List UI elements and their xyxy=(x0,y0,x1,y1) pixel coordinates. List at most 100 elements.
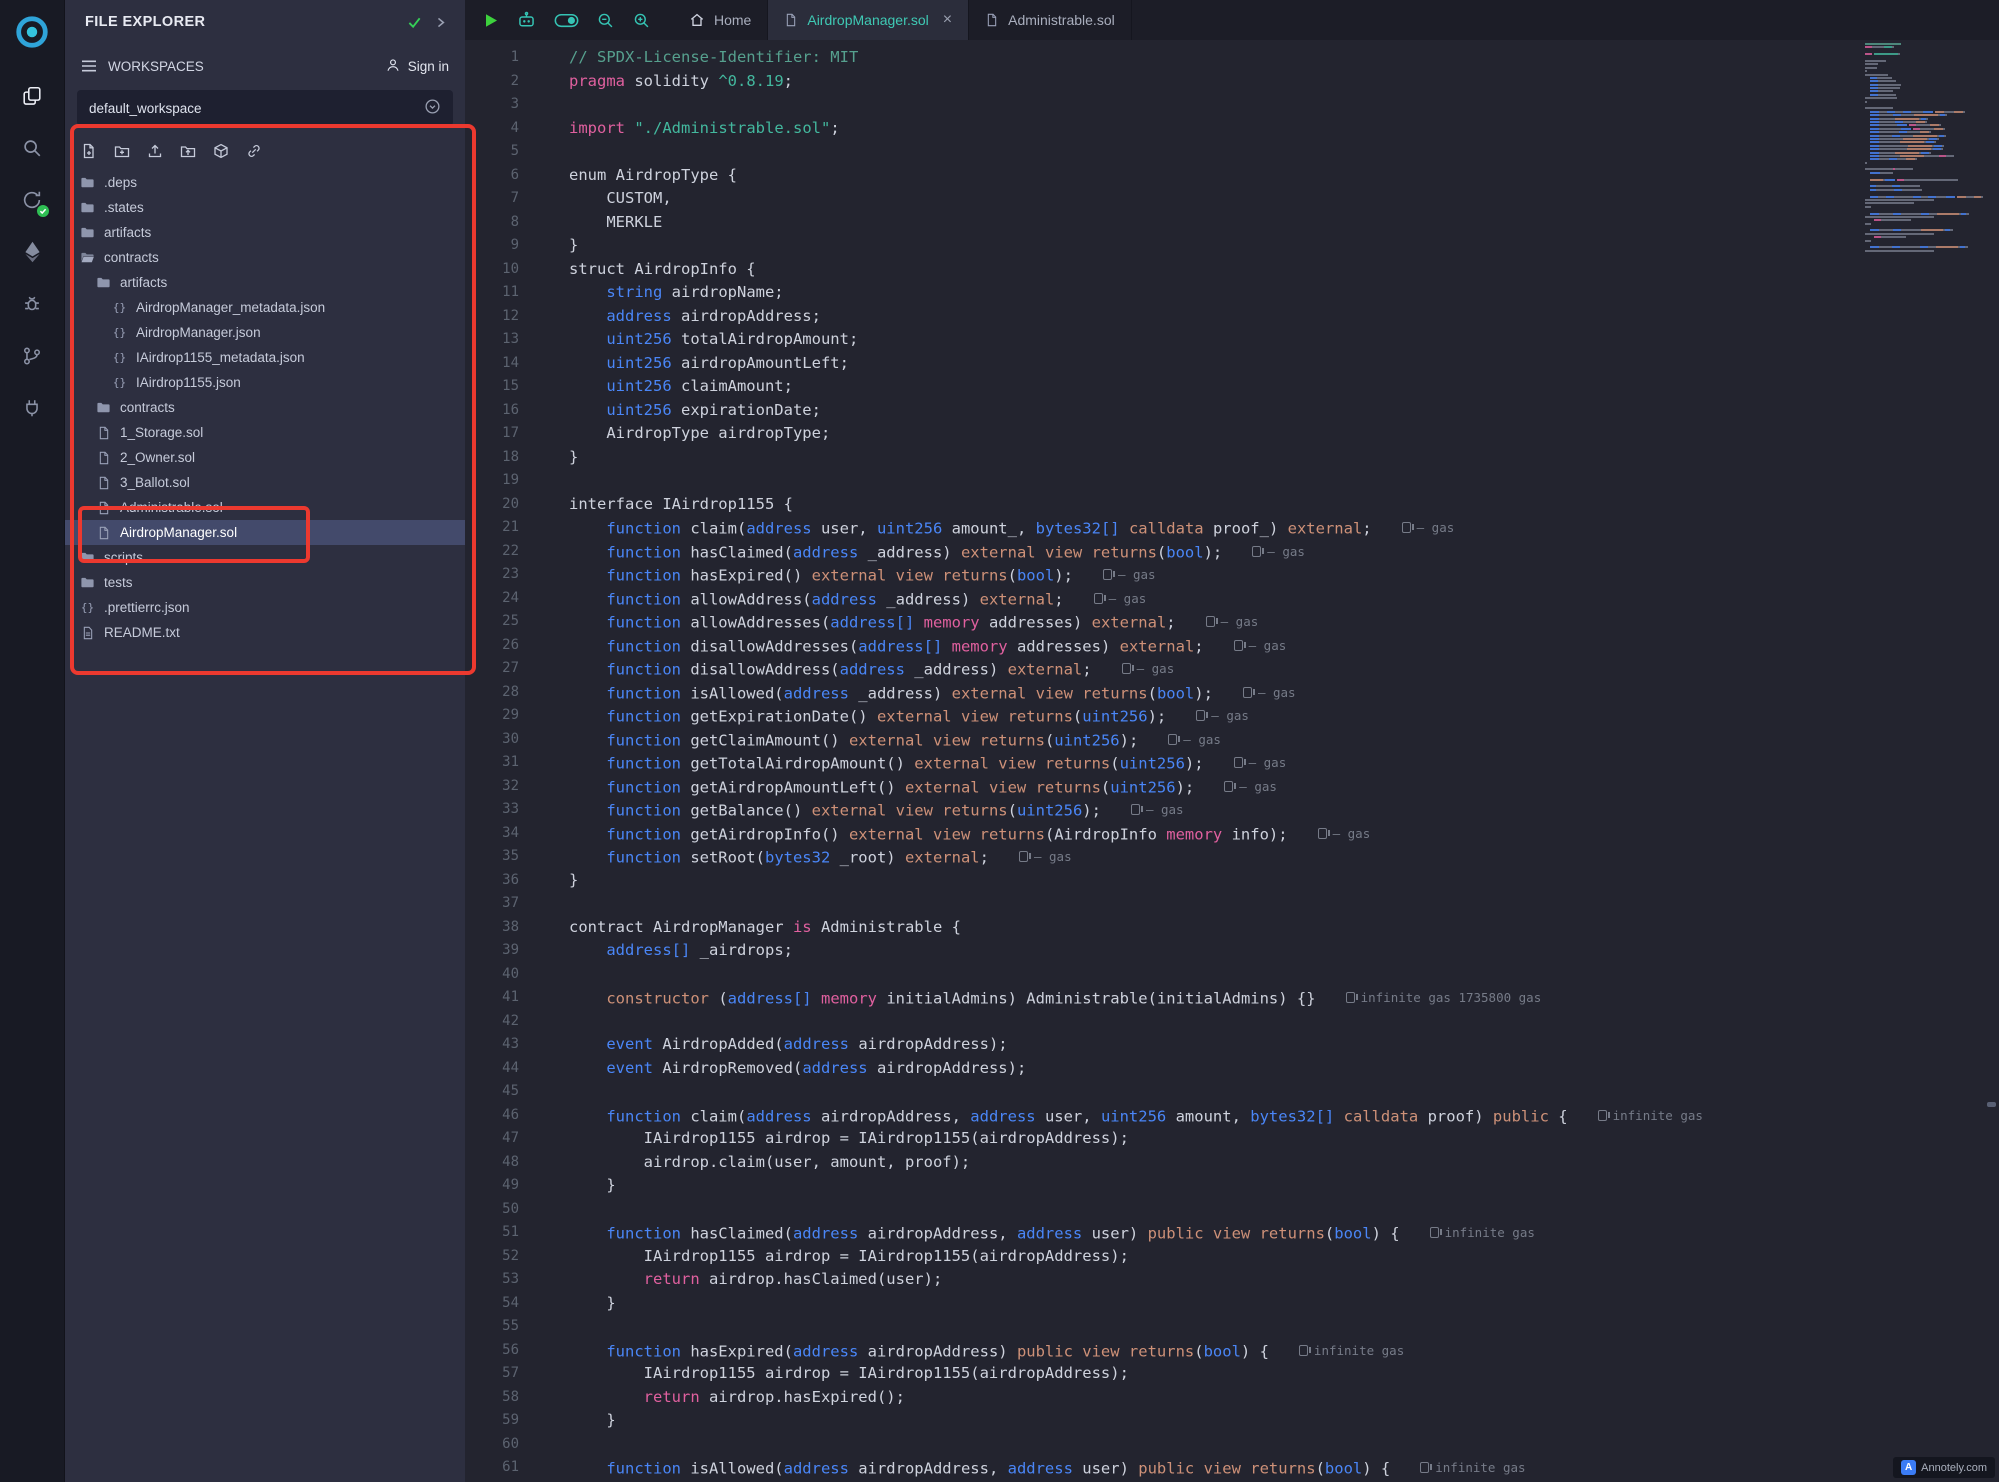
create-file-icon[interactable] xyxy=(81,143,97,159)
tree-item-airdropmanager-metadata-json[interactable]: {}AirdropManager_metadata.json xyxy=(65,295,465,320)
tab-close-icon[interactable]: × xyxy=(943,12,952,28)
minimap-seg xyxy=(1974,196,1981,198)
minimap-seg xyxy=(1920,131,1929,133)
tree-item-airdropmanager-sol[interactable]: AirdropManager.sol xyxy=(65,520,465,545)
code-editor[interactable]: 1234567891011121314151617181920212223242… xyxy=(465,40,1999,1482)
workspace-select[interactable]: default_workspace xyxy=(77,90,453,126)
tree-item-airdropmanager-json[interactable]: {}AirdropManager.json xyxy=(65,320,465,345)
plugin-manager-icon[interactable] xyxy=(8,382,56,434)
gas-estimate: infinite gas 1735800 gas xyxy=(1346,986,1542,1010)
sign-in-label: Sign in xyxy=(408,59,449,74)
code-token: memory xyxy=(821,989,877,1007)
minimap-seg xyxy=(1900,155,1924,157)
toggle-widget-icon[interactable] xyxy=(554,12,579,29)
code-token xyxy=(569,519,606,537)
code-line: CUSTOM, xyxy=(569,187,1999,211)
zoom-in-icon[interactable] xyxy=(632,11,651,30)
publish-to-ipfs-icon[interactable] xyxy=(213,143,229,159)
code-token: claim( xyxy=(681,519,746,537)
code-token: _address) xyxy=(858,543,961,561)
tree-item-1-storage-sol[interactable]: 1_Storage.sol xyxy=(65,420,465,445)
minimap-seg xyxy=(1879,246,1892,248)
minimap-seg xyxy=(1934,128,1943,130)
minimap-seg xyxy=(1939,155,1946,157)
code-token: ; xyxy=(1054,590,1063,608)
workspace-actions-icon[interactable] xyxy=(424,98,441,118)
file-explorer-panel: FILE EXPLORER WORKSPACES xyxy=(64,0,465,1482)
remixai-assistant-icon[interactable] xyxy=(516,10,537,31)
minimap-seg xyxy=(1915,158,1917,160)
code-token xyxy=(569,825,606,843)
code-line: // SPDX-License-Identifier: MIT xyxy=(569,46,1999,70)
tree-item-iairdrop1155-json[interactable]: {}IAirdrop1155.json xyxy=(65,370,465,395)
minimap[interactable] xyxy=(1865,43,1983,253)
solidity-compiler-icon[interactable] xyxy=(8,174,56,226)
code-token xyxy=(569,543,606,561)
workspaces-menu-icon[interactable] xyxy=(81,59,97,73)
line-number: 59 xyxy=(465,1409,519,1433)
code-token: hasClaimed( xyxy=(681,1224,793,1242)
tree-item-contracts[interactable]: contracts xyxy=(65,245,465,270)
code-token: bool xyxy=(1325,1459,1362,1477)
minimap-seg xyxy=(1921,213,1929,215)
minimap-seg xyxy=(1946,155,1954,157)
workspace-name: default_workspace xyxy=(89,101,202,116)
zoom-out-icon[interactable] xyxy=(596,11,615,30)
tree-item-iairdrop1155-metadata-json[interactable]: {}IAirdrop1155_metadata.json xyxy=(65,345,465,370)
tree-item-scripts[interactable]: scripts xyxy=(65,545,465,570)
tree-item-2-owner-sol[interactable]: 2_Owner.sol xyxy=(65,445,465,470)
debugger-icon[interactable] xyxy=(8,278,56,330)
run-script-icon[interactable] xyxy=(483,12,499,29)
tree-item-states[interactable]: .states xyxy=(65,195,465,220)
gas-estimate: infinite gas xyxy=(1430,1221,1535,1245)
tree-item-3-ballot-sol[interactable]: 3_Ballot.sol xyxy=(65,470,465,495)
code-token: ) { xyxy=(1362,1459,1390,1477)
minimap-line xyxy=(1865,104,1983,106)
minimap-seg xyxy=(1934,141,1936,143)
code-line: airdrop.claim(user, amount, proof); xyxy=(569,1151,1999,1175)
link-icon[interactable] xyxy=(246,143,262,159)
panel-expand-chevron-icon[interactable] xyxy=(434,16,447,29)
code-token: function xyxy=(606,1224,681,1242)
minimap-seg xyxy=(1870,213,1879,215)
minimap-seg xyxy=(1929,138,1937,140)
code-token: ) { xyxy=(1241,1342,1269,1360)
upload-folder-icon[interactable] xyxy=(180,143,196,159)
tree-item-tests[interactable]: tests xyxy=(65,570,465,595)
scrollbar-thumb[interactable] xyxy=(1987,1102,1996,1107)
code-line: } xyxy=(569,869,1999,893)
code-token xyxy=(569,801,606,819)
minimap-seg xyxy=(1877,77,1892,79)
minimap-seg xyxy=(1903,121,1916,123)
minimap-seg xyxy=(1870,128,1879,130)
minimap-seg xyxy=(1886,196,1894,198)
tab-administrable-sol[interactable]: Administrable.sol xyxy=(969,0,1132,40)
tab-home[interactable]: Home xyxy=(673,0,768,40)
sign-in-button[interactable]: Sign in xyxy=(385,57,449,76)
tree-item-deps[interactable]: .deps xyxy=(65,170,465,195)
editor-area: HomeAirdropManager.sol×Administrable.sol… xyxy=(465,0,1999,1482)
minimap-line xyxy=(1865,246,1983,248)
minimap-seg xyxy=(1870,80,1878,82)
tree-item-label: .deps xyxy=(104,175,137,190)
tree-item-contracts[interactable]: contracts xyxy=(65,395,465,420)
folder-icon xyxy=(95,275,112,290)
search-icon[interactable] xyxy=(8,122,56,174)
tab-airdropmanager-sol[interactable]: AirdropManager.sol× xyxy=(768,0,969,40)
tree-item-readme-txt[interactable]: README.txt xyxy=(65,620,465,645)
minimap-line xyxy=(1865,236,1983,238)
json-icon: {} xyxy=(111,326,128,339)
file-explorer-icon[interactable] xyxy=(8,70,56,122)
create-folder-icon[interactable] xyxy=(114,143,130,159)
remix-logo-icon[interactable] xyxy=(8,8,56,56)
tree-item-administrable-sol[interactable]: Administrable.sol xyxy=(65,495,465,520)
tree-item-artifacts[interactable]: artifacts xyxy=(65,220,465,245)
minimap-seg xyxy=(1874,219,1881,221)
tree-item-prettierrc-json[interactable]: {}.prettierrc.json xyxy=(65,595,465,620)
deploy-and-run-icon[interactable] xyxy=(8,226,56,278)
tree-item-artifacts[interactable]: artifacts xyxy=(65,270,465,295)
source-control-icon[interactable] xyxy=(8,330,56,382)
code-token: AirdropAdded( xyxy=(653,1035,784,1053)
minimap-line xyxy=(1865,141,1983,143)
upload-file-icon[interactable] xyxy=(147,143,163,159)
